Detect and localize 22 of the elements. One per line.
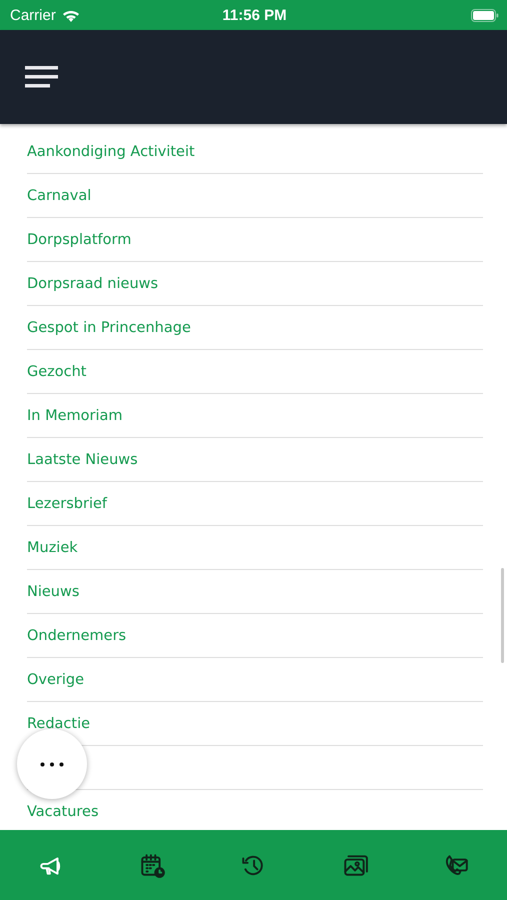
calendar-clock-icon — [139, 852, 166, 878]
clock-time: 11:56 PM — [222, 6, 287, 24]
category-link[interactable]: Ondernemers — [27, 628, 126, 644]
wifi-icon — [62, 8, 80, 22]
category-link[interactable]: Nieuws — [27, 584, 80, 600]
menu-icon[interactable] — [25, 66, 58, 88]
category-link[interactable]: Laatste Nieuws — [27, 452, 138, 468]
more-icon — [40, 762, 64, 766]
category-link[interactable]: Overige — [27, 672, 84, 688]
category-link[interactable]: Dorpsraad nieuws — [27, 276, 158, 292]
battery-icon — [471, 8, 499, 22]
category-link[interactable]: In Memoriam — [27, 408, 123, 424]
category-link[interactable]: Aankondiging Activiteit — [27, 144, 195, 160]
category-link[interactable]: Dorpsplatform — [27, 232, 132, 248]
carrier-name: Carrier — [10, 6, 56, 24]
category-link[interactable]: Muziek — [27, 540, 78, 556]
category-link[interactable]: Vacatures — [27, 804, 99, 820]
category-link[interactable]: Redactie — [27, 716, 90, 732]
category-link[interactable]: Gespot in Princenhage — [27, 320, 191, 336]
category-link[interactable]: Lezersbrief — [27, 496, 108, 512]
category-link[interactable]: Carnaval — [27, 188, 92, 204]
category-link[interactable]: Gezocht — [27, 364, 86, 380]
